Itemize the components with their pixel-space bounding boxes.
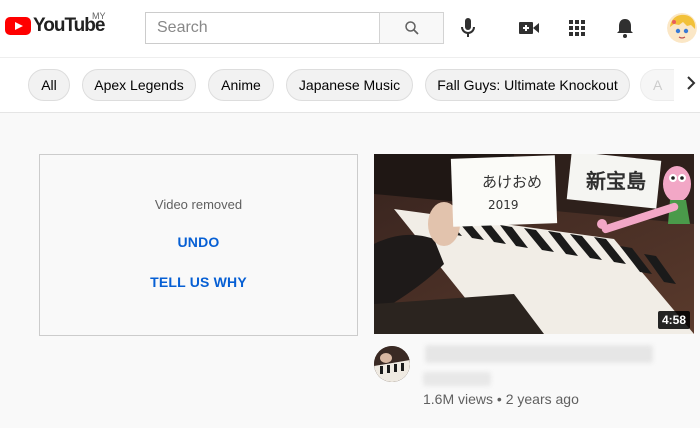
removed-message: Video removed	[154, 197, 243, 212]
chip-apex-legends[interactable]: Apex Legends	[82, 69, 196, 101]
search-input[interactable]: Search	[145, 12, 380, 44]
region-code: MY	[92, 11, 106, 21]
view-count: 1.6M views	[423, 391, 494, 407]
microphone-icon	[461, 18, 475, 37]
youtube-play-icon	[5, 17, 31, 35]
apps-button[interactable]	[565, 16, 589, 40]
search-icon	[404, 21, 419, 35]
video-meta: 1.6M views • 2 years ago	[423, 391, 579, 407]
chip-anime[interactable]: Anime	[208, 69, 274, 101]
voice-search-button[interactable]	[456, 16, 480, 40]
video-thumbnail[interactable]: あけおめ 2019 新宝島 4:58	[374, 154, 694, 334]
chip-partial[interactable]: A	[640, 69, 674, 101]
channel-avatar[interactable]	[374, 346, 410, 382]
create-button[interactable]	[517, 16, 541, 40]
notifications-bell-icon	[617, 19, 633, 38]
upload-age: 2 years ago	[505, 391, 579, 407]
chip-fall-guys[interactable]: Fall Guys: Ultimate Knockout	[425, 69, 630, 101]
chip-all[interactable]: All	[28, 69, 70, 101]
tell-us-why-button[interactable]: TELL US WHY	[40, 274, 357, 290]
notifications-button[interactable]	[613, 16, 637, 40]
removed-video-card: Video removed UNDO TELL US WHY	[39, 154, 358, 336]
channel-name-blurred[interactable]	[423, 372, 491, 386]
chevron-right-icon	[687, 76, 696, 90]
sign-text-2: 2019	[488, 198, 519, 212]
thumbnail-image: あけおめ 2019 新宝島	[374, 154, 694, 334]
video-title-blurred[interactable]	[425, 345, 653, 363]
meta-separator: •	[496, 391, 502, 407]
sign-text-3: 新宝島	[586, 169, 646, 193]
video-duration: 4:58	[657, 311, 690, 329]
avatar[interactable]	[667, 13, 697, 43]
apps-grid-icon	[569, 20, 585, 36]
search-button[interactable]	[379, 12, 444, 44]
sign-text-1: あけおめ	[482, 173, 542, 191]
chips-next-button[interactable]	[686, 76, 700, 96]
create-video-icon	[519, 22, 539, 34]
chip-japanese-music[interactable]: Japanese Music	[286, 69, 413, 101]
undo-button[interactable]: UNDO	[40, 234, 357, 250]
youtube-logo[interactable]: YouTube MY	[5, 11, 106, 37]
masthead: YouTube MY Search	[0, 0, 700, 57]
chip-bar: All Apex Legends Anime Japanese Music Fa…	[0, 57, 700, 113]
